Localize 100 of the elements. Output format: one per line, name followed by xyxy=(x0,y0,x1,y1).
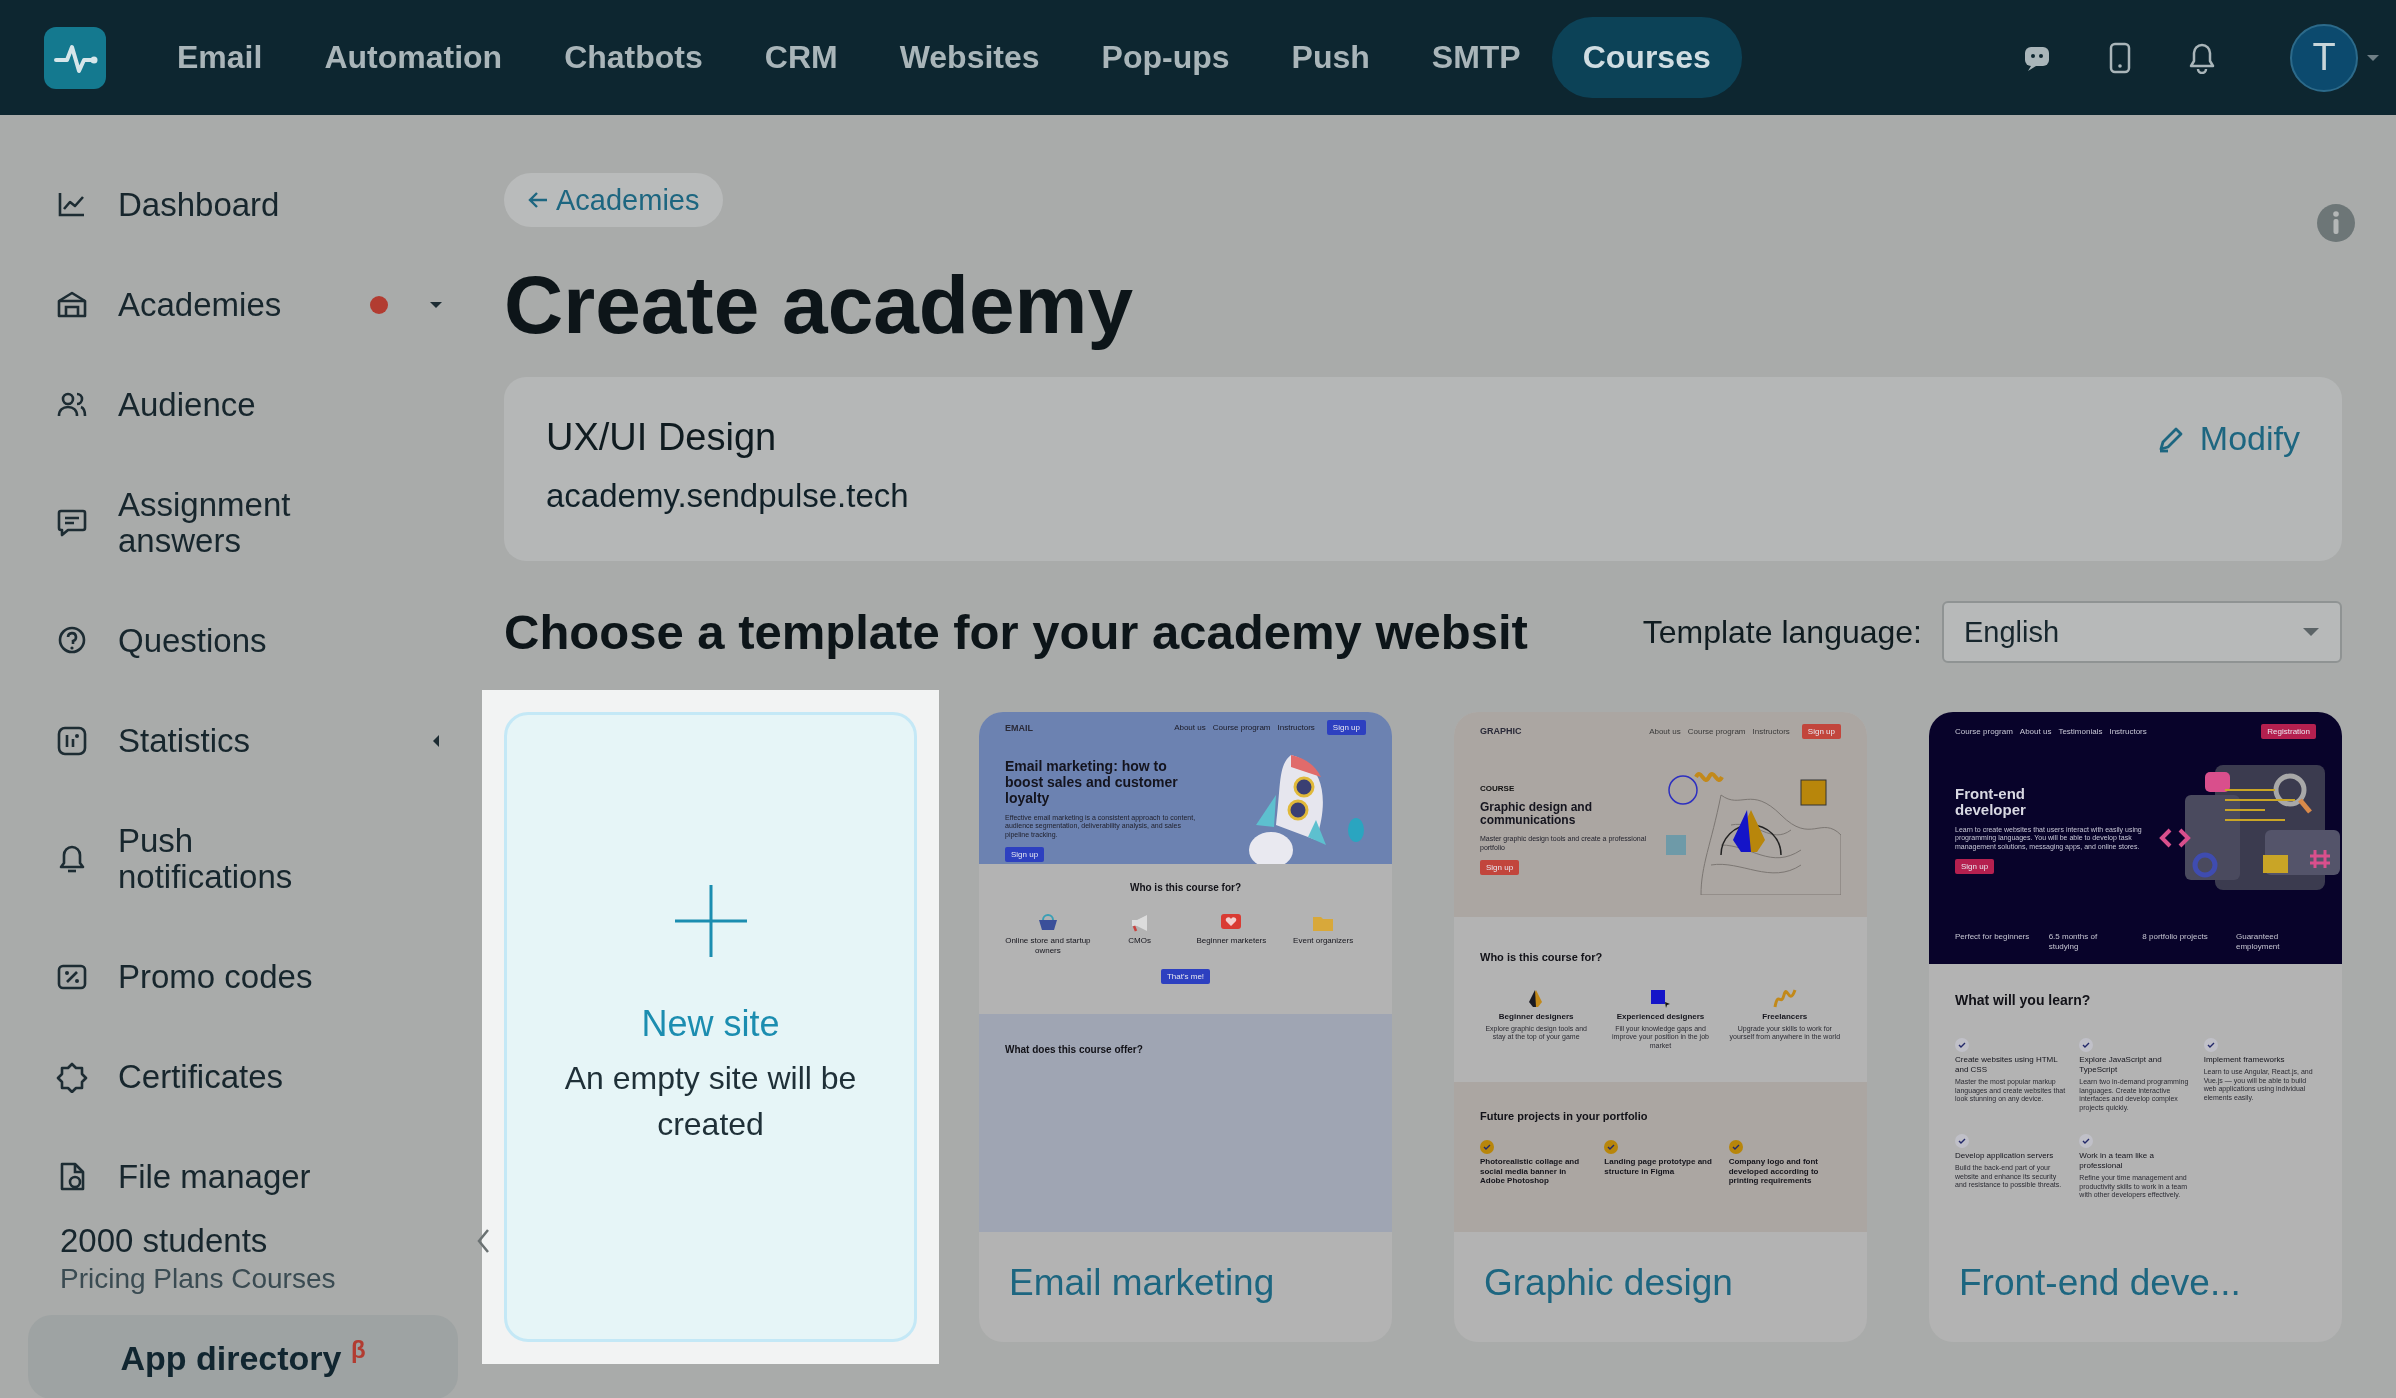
preview-nav-link: Course program xyxy=(1955,726,2013,736)
preview-item-title: CMOs xyxy=(1128,936,1151,946)
preview-button: Sign up xyxy=(1326,720,1366,735)
preview-button: Sign up xyxy=(1955,859,1995,875)
nav-tab[interactable]: Courses xyxy=(1551,17,1742,98)
preview-item-title: Event organizers xyxy=(1293,936,1354,946)
sidebar-item[interactable]: Push notifications xyxy=(28,791,456,927)
template-name: Graphic design xyxy=(1483,1261,1734,1304)
preview-section-title: Future projects in your portfolio xyxy=(1480,1110,1649,1122)
check-icon xyxy=(2079,1038,2094,1052)
plan-name[interactable]: Pricing Plans Courses xyxy=(60,1261,456,1297)
preview-item-title: Create websites using HTML and CSS xyxy=(1955,1055,2059,1075)
message-icon xyxy=(56,507,88,539)
nav-tab[interactable]: Chatbots xyxy=(533,17,734,98)
sidebar-item[interactable]: Statistics xyxy=(28,691,456,791)
preview-nav-link: Instructors xyxy=(1277,723,1315,732)
preview-button: Sign up xyxy=(1801,723,1841,739)
sidebar-item[interactable]: Dashboard xyxy=(28,155,456,255)
template-card[interactable] xyxy=(1929,712,2342,1342)
new-site-title: New site xyxy=(641,1003,780,1045)
preview-nav-link: Instructors xyxy=(1752,726,1790,736)
new-site-description: An empty site will be created xyxy=(563,1059,858,1144)
template-name: Front-end deve... xyxy=(1958,1261,2242,1304)
phone-icon[interactable] xyxy=(2108,41,2132,74)
nav-tab[interactable]: Email xyxy=(146,17,294,98)
arrow-left-icon xyxy=(528,191,548,209)
check-icon xyxy=(1955,1134,1969,1148)
check-icon xyxy=(1728,1140,1743,1154)
preview-nav-link: Instructors xyxy=(2109,726,2147,736)
check-icon xyxy=(1480,1140,1494,1154)
preview-item-title: Develop application servers xyxy=(1955,1151,2055,1161)
preview-button: That's me! xyxy=(1160,969,1211,984)
preview-nav-link: About us xyxy=(2019,726,2052,736)
check-icon xyxy=(1604,1140,1619,1154)
badge-icon xyxy=(56,1061,88,1093)
academy-name: UX/UI Design xyxy=(546,415,778,460)
preview-item-title: Beginner marketers xyxy=(1196,936,1267,946)
preview-logo: GRAPHIC xyxy=(1480,726,1522,736)
field-label: Template language: xyxy=(1642,613,1922,651)
preview-item-title: Landing page prototype and structure in Figma xyxy=(1604,1157,1713,1176)
stats-icon xyxy=(56,725,88,757)
preview-headline: Graphic design and communications xyxy=(1480,801,1594,827)
preview-eyebrow: COURSE xyxy=(1480,784,1516,793)
preview-stat: 8 portfolio projects xyxy=(2142,932,2209,943)
academy-domain: academy.sendpulse.tech xyxy=(546,476,909,516)
nav-tab[interactable]: SMTP xyxy=(1400,17,1552,98)
preview-logo: EMAIL xyxy=(1005,722,1033,733)
preview-item-title: Company logo and font developed according to printing requirements xyxy=(1728,1157,1820,1186)
nav-tab[interactable]: Automation xyxy=(293,17,534,98)
check-icon xyxy=(1955,1038,1969,1052)
check-icon xyxy=(2203,1038,2218,1052)
preview-nav-link: Testimonials xyxy=(2058,726,2103,736)
app-directory-button[interactable]: App directory $^{β}$ xyxy=(28,1315,458,1398)
preview-item-title: Work in a team like a professional xyxy=(2079,1151,2155,1171)
preview-button: Sign up xyxy=(1005,847,1045,863)
preview-item-title: Freelancers xyxy=(1762,1012,1808,1022)
preview-nav-link: About us xyxy=(1649,726,1681,736)
language-dropdown[interactable]: English xyxy=(1942,601,2342,663)
nav-tab[interactable]: Pop-ups xyxy=(1070,17,1261,98)
preview-headline: Email marketing: how to boost sales and customer loyalty xyxy=(1005,757,1179,806)
template-name: Email marketing xyxy=(1008,1261,1276,1304)
logo-icon xyxy=(44,26,106,89)
preview-item-title: Implement frameworks xyxy=(2203,1055,2286,1065)
section-heading: Choose a template for your academy websit xyxy=(504,604,1528,660)
nav-tab[interactable]: Websites xyxy=(868,17,1071,98)
preview-stat: Perfect for beginners xyxy=(1955,932,2031,943)
preview-button: Sign up xyxy=(1480,860,1520,875)
avatar[interactable]: T xyxy=(2290,23,2358,92)
nav-tab[interactable]: CRM xyxy=(733,17,869,98)
preview-nav-link: About us xyxy=(1174,723,1206,732)
preview-section-title: Who is this course for? xyxy=(1128,882,1243,893)
preview-section-title: Who is this course for? xyxy=(1480,951,1604,963)
preview-item-title: Explore JavaScript and TypeScript xyxy=(2079,1055,2163,1075)
preview-item-title: Experienced designers xyxy=(1616,1012,1705,1022)
collapse-icon[interactable] xyxy=(476,1228,490,1254)
sidebar-item[interactable]: Audience xyxy=(28,355,456,455)
caret-icon xyxy=(2302,626,2320,638)
preview-nav-link: Course program xyxy=(1212,723,1271,732)
sidebar-item[interactable]: Assignment answers xyxy=(28,455,456,591)
preview-headline: Front-end developer xyxy=(1955,785,2027,818)
check-icon xyxy=(2079,1134,2094,1148)
preview-item-title: Online store and startup owners xyxy=(1005,936,1091,955)
sidebar-item[interactable]: Certificates xyxy=(28,1027,456,1127)
preview-section-title: What will you learn? xyxy=(1955,992,2092,1008)
caret-icon[interactable] xyxy=(2366,52,2380,63)
squiggle-icon xyxy=(1772,987,1797,1009)
nav-tab[interactable]: Push xyxy=(1260,17,1401,98)
preview-section-title: What does this course offer? xyxy=(1005,1044,1144,1055)
preview-button: Registration xyxy=(2261,723,2316,739)
sidebar-item[interactable]: Questions xyxy=(28,591,456,691)
preview-item-title: Beginner designers xyxy=(1498,1012,1574,1022)
new-site-card[interactable]: New site An empty site will be created xyxy=(504,712,917,1342)
bell-icon[interactable] xyxy=(2188,41,2216,74)
preview-stat: Guaranteed employment xyxy=(2235,932,2281,952)
preview-nav-link: Course program xyxy=(1687,726,1746,736)
plus-icon xyxy=(672,883,749,959)
sidebar-item[interactable]: Promo codes xyxy=(28,927,456,1027)
sidebar-item[interactable]: Academies xyxy=(28,255,456,355)
preview-item-title: Photorealistic collage and social media banner in Adobe Photoshop xyxy=(1480,1157,1581,1186)
preview-stat: 6.5 months of studying xyxy=(2048,932,2099,952)
